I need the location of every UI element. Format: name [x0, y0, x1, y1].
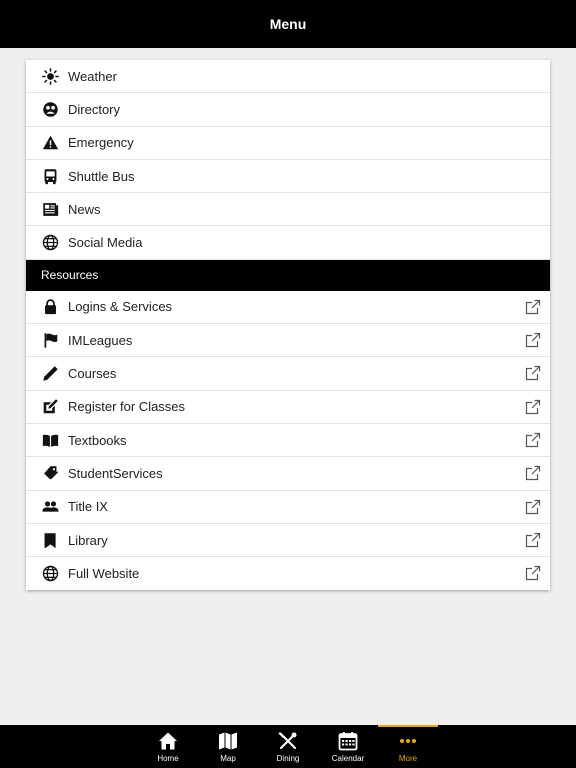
tab-home[interactable]: Home: [138, 725, 198, 768]
resource-item-library[interactable]: Library: [26, 524, 550, 558]
tab-map[interactable]: Map: [198, 725, 258, 768]
resource-item-full-website[interactable]: Full Website: [26, 557, 550, 590]
sun-icon: [41, 67, 59, 85]
pencil-icon: [41, 365, 59, 383]
resource-item-label: Logins & Services: [68, 299, 173, 315]
resource-item-label: Register for Classes: [68, 399, 186, 415]
resource-item-label: Title IX: [68, 499, 108, 515]
resource-item-label: Library: [68, 532, 108, 548]
external-link-icon: [525, 399, 541, 414]
globe-icon: [41, 565, 59, 583]
resource-item-label: StudentServices: [68, 465, 163, 481]
resources-section-header: Resources: [26, 259, 550, 291]
bus-icon: [41, 167, 59, 185]
lock-icon: [41, 298, 59, 316]
resource-item-label: Courses: [68, 366, 117, 382]
calendar-icon: [338, 732, 358, 751]
external-link-icon: [525, 499, 541, 514]
bottom-tab-bar: Home Map Dining Calendar More: [0, 725, 576, 768]
menu-item-label: Weather: [68, 68, 117, 84]
external-link-icon: [525, 466, 541, 481]
menu-item-label: Shuttle Bus: [68, 168, 135, 184]
globe-icon: [41, 234, 59, 252]
warning-icon: [41, 134, 59, 152]
tab-label: Home: [157, 754, 179, 763]
external-link-icon: [525, 332, 541, 348]
resource-item-studentservices[interactable]: StudentServices: [26, 457, 550, 491]
newspaper-icon: [41, 200, 59, 218]
home-icon: [159, 732, 177, 750]
menu-item-social-media[interactable]: Social Media: [26, 226, 550, 260]
dining-icon: [278, 732, 297, 749]
menu-item-label: Social Media: [68, 235, 143, 251]
bookmark-icon: [41, 531, 59, 549]
map-icon: [219, 732, 237, 750]
menu-item-emergency[interactable]: Emergency: [26, 127, 550, 160]
resource-item-courses[interactable]: Courses: [26, 357, 550, 391]
external-link-icon: [525, 532, 541, 547]
tab-label: Calendar: [331, 754, 365, 763]
top-navigation-bar: Menu: [0, 0, 576, 48]
people-icon: [41, 498, 59, 516]
resource-item-register-for-classes[interactable]: Register for Classes: [26, 391, 550, 424]
edit-icon: [41, 398, 59, 416]
menu-item-shuttle-bus[interactable]: Shuttle Bus: [26, 160, 550, 194]
resource-item-title-ix[interactable]: Title IX: [26, 491, 550, 524]
external-link-icon: [525, 299, 541, 314]
tab-label: Map: [220, 754, 236, 763]
resource-item-imleagues[interactable]: IMLeagues: [26, 324, 550, 358]
book-icon: [41, 431, 59, 449]
menu-item-directory[interactable]: Directory: [26, 93, 550, 127]
external-link-icon: [525, 566, 541, 581]
directory-icon: [41, 100, 59, 118]
menu-item-label: Emergency: [68, 135, 134, 151]
section-header-label: Resources: [41, 268, 99, 283]
tag-icon: [41, 464, 59, 482]
menu-item-label: Directory: [68, 101, 121, 117]
page-title: Menu: [269, 16, 307, 32]
resource-item-textbooks[interactable]: Textbooks: [26, 424, 550, 458]
resource-item-logins-services[interactable]: Logins & Services: [26, 291, 550, 325]
flag-icon: [41, 331, 59, 349]
tab-label: Dining: [276, 754, 300, 763]
menu-card: Weather Directory Emergency Shuttle Bus …: [26, 60, 550, 591]
tab-calendar[interactable]: Calendar: [318, 725, 378, 768]
tab-more[interactable]: More: [378, 725, 438, 768]
tab-dining[interactable]: Dining: [258, 725, 318, 768]
menu-item-news[interactable]: News: [26, 193, 550, 227]
menu-item-weather[interactable]: Weather: [26, 60, 550, 94]
external-link-icon: [525, 432, 541, 448]
resource-item-label: Textbooks: [68, 432, 127, 448]
menu-item-label: News: [68, 201, 101, 217]
more-icon: [400, 739, 416, 743]
tab-label: More: [398, 754, 418, 763]
resource-item-label: Full Website: [68, 566, 140, 582]
external-link-icon: [525, 366, 541, 381]
resource-item-label: IMLeagues: [68, 332, 133, 348]
